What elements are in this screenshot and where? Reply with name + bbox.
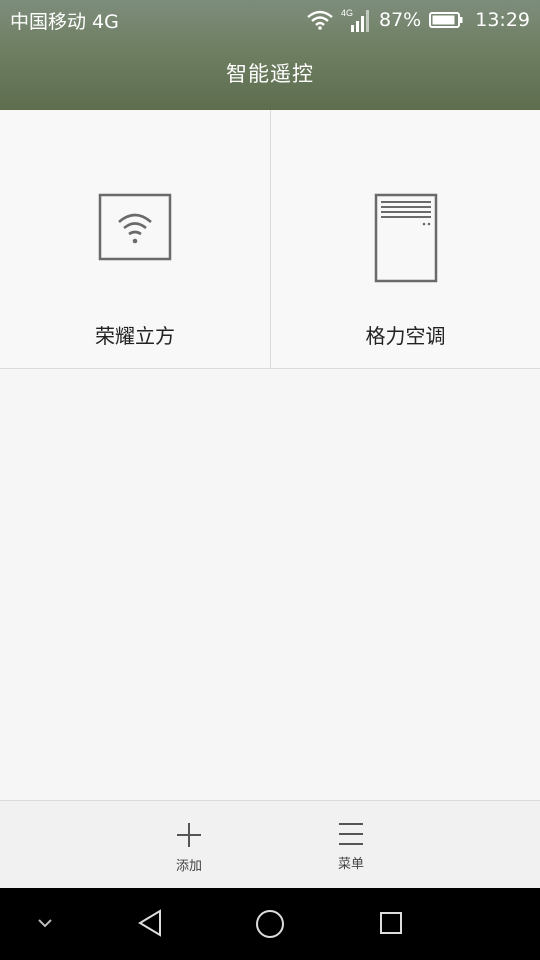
device-card-gree-ac[interactable]: 格力空调 (270, 110, 540, 368)
plus-icon (177, 823, 201, 847)
battery-percent: 87% (379, 9, 422, 31)
clock: 13:29 (475, 9, 530, 31)
bottom-action-bar: 添加 菜单 (0, 800, 540, 888)
device-grid: 荣耀立方 格力空调 (0, 110, 540, 369)
page-title: 智能遥控 (226, 62, 314, 86)
status-bar: 中国移动 4G 4G 87% 13:29 (0, 0, 540, 40)
carrier-label: 中国移动 4G (10, 10, 119, 33)
status-icons: 4G 87% 13:29 (307, 7, 530, 33)
home-icon[interactable] (254, 908, 286, 940)
signal-icon: 4G (341, 8, 369, 32)
network-badge: 4G (341, 8, 353, 18)
air-conditioner-icon (374, 193, 437, 283)
empty-content-area (0, 369, 540, 800)
header: 中国移动 4G 4G 87% 13:29 智能遥控 (0, 0, 540, 110)
menu-button[interactable]: 菜单 (306, 801, 396, 889)
device-label: 荣耀立方 (95, 324, 175, 348)
menu-label: 菜单 (337, 857, 364, 872)
back-icon[interactable] (136, 908, 164, 938)
device-card-rongyao-cube[interactable]: 荣耀立方 (0, 110, 270, 368)
hamburger-menu-icon (339, 823, 363, 845)
system-nav-bar (0, 888, 540, 960)
add-label: 添加 (175, 859, 202, 874)
recents-icon[interactable] (378, 910, 404, 936)
wifi-box-icon (98, 193, 172, 261)
device-label: 格力空调 (365, 324, 446, 348)
add-button[interactable]: 添加 (144, 801, 234, 889)
battery-icon (429, 12, 463, 28)
wifi-icon (307, 10, 333, 30)
chevron-down-icon[interactable] (36, 916, 54, 930)
